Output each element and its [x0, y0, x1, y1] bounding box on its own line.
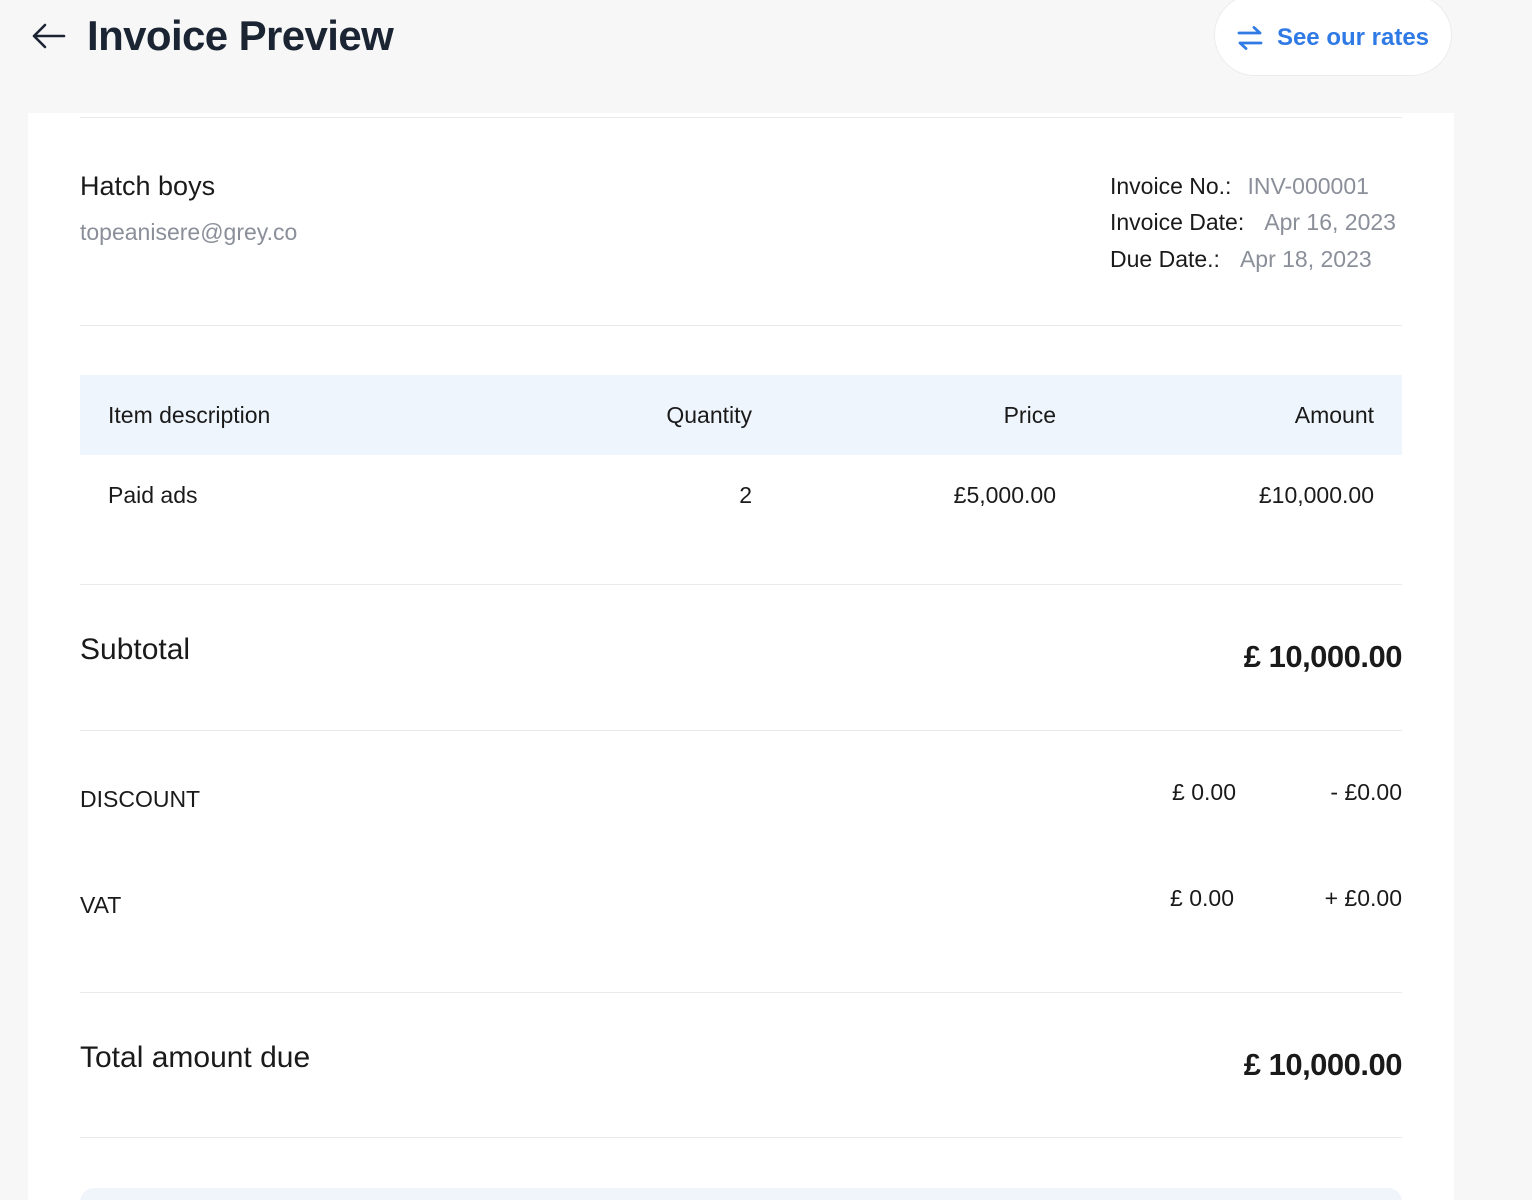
client-email: topeanisere@grey.co [80, 219, 298, 245]
due-date-label: Due Date.: [1110, 246, 1220, 272]
item-quantity: 2 [739, 482, 752, 508]
swap-arrows-icon [1237, 26, 1263, 50]
due-date-value: Apr 18, 2023 [1239, 246, 1372, 272]
total-due-value: £ 10,000.00 [1243, 1047, 1403, 1082]
divider [80, 325, 1402, 326]
see-our-rates-button[interactable]: See our rates [1214, 0, 1452, 76]
client-name: Hatch boys [80, 171, 216, 201]
divider [80, 1137, 1402, 1138]
vat-rate: £ 0.00 [1170, 885, 1234, 911]
header-quantity: Quantity [666, 402, 752, 428]
discount-amount: - £0.00 [1330, 779, 1402, 805]
item-description: Paid ads [108, 482, 198, 508]
subtotal-value: £ 10,000.00 [1243, 639, 1403, 674]
subtotal-label: Subtotal [80, 633, 191, 666]
header-price: Price [1003, 402, 1056, 428]
invoice-number-label: Invoice No.: [1110, 173, 1232, 199]
total-due-label: Total amount due [80, 1041, 311, 1074]
divider [80, 730, 1402, 731]
arrow-left-icon [32, 23, 66, 49]
header-amount: Amount [1294, 402, 1374, 428]
vat-amount: + £0.00 [1324, 885, 1402, 911]
back-button[interactable] [26, 16, 70, 56]
invoice-date-row: Invoice Date: Apr 16, 2023 [1110, 209, 1396, 236]
page-title: Invoice Preview [87, 12, 394, 59]
discount-label: DISCOUNT [80, 786, 201, 812]
invoice-date-value: Apr 16, 2023 [1264, 209, 1396, 235]
due-date-row: Due Date.: Apr 18, 2023 [1110, 246, 1372, 273]
vat-label: VAT [80, 892, 122, 918]
divider [80, 992, 1402, 993]
invoice-number-value: INV-000001 [1247, 173, 1369, 199]
item-price: £5,000.00 [953, 482, 1056, 508]
divider [80, 117, 1402, 118]
items-table-header: Item description Quantity Price Amount [80, 375, 1402, 455]
invoice-preview-page: Invoice Preview See our rates Hatch boys… [0, 0, 1532, 1200]
header-item-description: Item description [108, 402, 271, 428]
invoice-card: Hatch boys topeanisere@grey.co Invoice N… [28, 113, 1454, 1200]
invoice-date-label: Invoice Date: [1110, 209, 1245, 235]
table-row: Paid ads 2 £5,000.00 £10,000.00 [80, 455, 1402, 535]
bottom-panel [80, 1188, 1402, 1200]
see-our-rates-label: See our rates [1276, 24, 1430, 51]
item-amount: £10,000.00 [1258, 482, 1374, 508]
divider [80, 584, 1402, 585]
discount-rate: £ 0.00 [1172, 779, 1236, 805]
invoice-number-row: Invoice No.: INV-000001 [1110, 173, 1369, 200]
